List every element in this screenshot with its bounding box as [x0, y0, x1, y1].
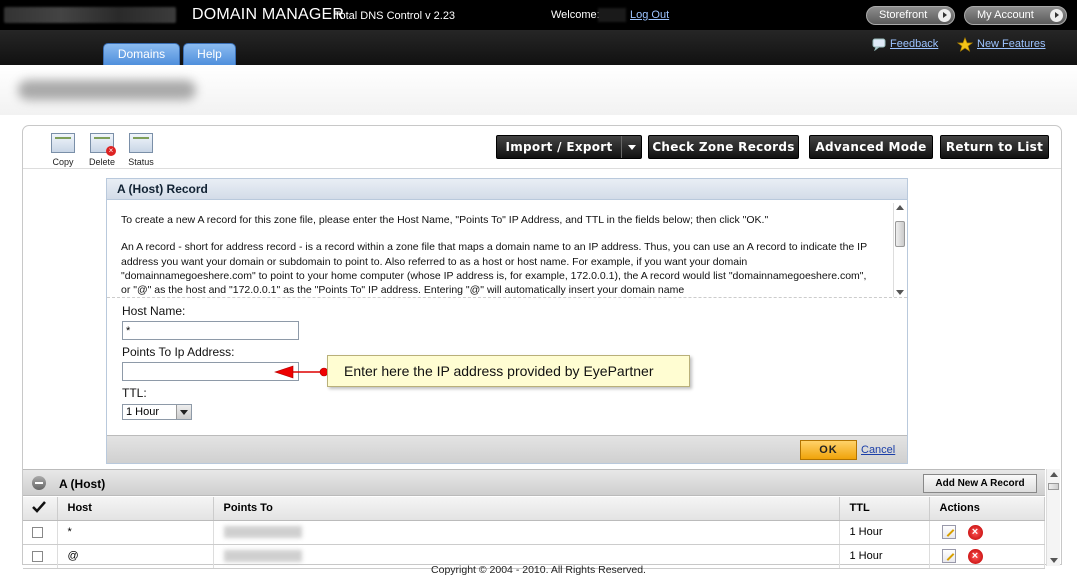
column-header-actions: Actions: [929, 497, 1045, 521]
new-features-link[interactable]: New Features: [977, 38, 1045, 50]
import-export-button[interactable]: Import / Export: [496, 135, 642, 159]
add-new-a-record-button[interactable]: Add New A Record: [923, 474, 1037, 493]
table-row: * 1 Hour ×: [23, 520, 1045, 545]
chevron-down-icon[interactable]: [621, 136, 641, 158]
status-tool[interactable]: Status: [121, 133, 161, 167]
check-zone-records-button[interactable]: Check Zone Records: [648, 135, 799, 159]
host-name-label: Host Name:: [122, 304, 186, 318]
return-to-list-button[interactable]: Return to List: [940, 135, 1049, 159]
app-name: DOMAIN MANAGER: [192, 6, 345, 23]
divider: [23, 168, 1061, 169]
nav-bar: Domains Help Feedback New Features: [0, 30, 1077, 65]
ok-button[interactable]: OK: [800, 440, 857, 460]
ttl-value: 1 Hour: [126, 406, 160, 418]
column-header-host: Host: [57, 497, 214, 521]
star-icon: [957, 37, 973, 52]
points-to-value: [223, 550, 302, 563]
delete-icon[interactable]: ×: [967, 548, 983, 564]
copy-tool[interactable]: Copy: [43, 133, 83, 167]
main-panel: Copy × Delete Status Import / Export Che…: [22, 125, 1062, 569]
delete-label: Delete: [88, 157, 115, 167]
copy-icon: [51, 133, 75, 153]
points-to-value: [223, 526, 302, 539]
copy-label: Copy: [52, 157, 74, 167]
callout-arrow-icon: [274, 365, 329, 379]
points-to-cell: [213, 520, 840, 545]
points-to-label: Points To Ip Address:: [122, 345, 235, 359]
description-paragraph: An A record - short for address record -…: [121, 241, 867, 296]
delete-icon[interactable]: ×: [967, 524, 983, 540]
domain-name: [18, 80, 196, 100]
scroll-thumb[interactable]: [895, 221, 905, 247]
feedback-link[interactable]: Feedback: [890, 38, 938, 50]
status-icon: [129, 133, 153, 153]
logout-link[interactable]: Log Out: [630, 9, 669, 21]
advanced-mode-button[interactable]: Advanced Mode: [809, 135, 933, 159]
speech-bubble-icon: [872, 38, 886, 51]
app-version: Total DNS Control v 2.23: [334, 10, 456, 22]
copyright-text: Copyright © 2004 - 2010. All Rights Rese…: [431, 564, 646, 576]
arrow-right-icon: [1050, 9, 1063, 22]
description-scrollbar[interactable]: [893, 203, 905, 297]
a-records-section: A (Host) Add New A Record Host Points To…: [23, 469, 1061, 569]
import-export-label: Import / Export: [505, 140, 613, 154]
host-name-input[interactable]: [122, 321, 299, 340]
chevron-down-icon[interactable]: [176, 405, 191, 419]
username: [598, 8, 626, 22]
select-all-header[interactable]: [23, 497, 58, 521]
tab-help[interactable]: Help: [183, 43, 236, 65]
ttl-label: TTL:: [122, 386, 147, 400]
instruction-callout: Enter here the IP address provided by Ey…: [327, 355, 690, 387]
storefront-label: Storefront: [879, 9, 928, 21]
arrow-right-icon: [938, 9, 951, 22]
edit-icon[interactable]: [941, 549, 956, 563]
form-description[interactable]: To create a new A record for this zone f…: [107, 201, 892, 296]
brand-logo: [4, 7, 176, 23]
records-header: A (Host) Add New A Record: [23, 469, 1045, 496]
records-scrollbar[interactable]: [1046, 469, 1060, 566]
actions-cell: ×: [929, 520, 1045, 545]
storefront-button[interactable]: Storefront: [866, 6, 955, 25]
edit-icon[interactable]: [941, 525, 956, 539]
domain-title-area: [0, 65, 1077, 115]
my-account-button[interactable]: My Account: [964, 6, 1067, 25]
row-checkbox[interactable]: [32, 526, 43, 538]
host-cell: *: [57, 520, 214, 545]
scroll-thumb[interactable]: [1048, 483, 1059, 490]
scroll-up-icon[interactable]: [896, 205, 904, 210]
welcome-label: Welcome:: [551, 9, 600, 21]
cancel-link[interactable]: Cancel: [861, 444, 895, 456]
checkmark-icon: [32, 500, 46, 513]
form-footer: OK Cancel: [107, 435, 907, 463]
records-table: Host Points To TTL Actions * 1 Hour × @: [23, 497, 1045, 569]
divider: [107, 297, 907, 298]
form-title: A (Host) Record: [107, 179, 907, 200]
ttl-select[interactable]: 1 Hour: [122, 404, 192, 420]
column-header-points-to: Points To: [213, 497, 840, 521]
delete-tool[interactable]: × Delete: [82, 133, 122, 167]
description-paragraph: To create a new A record for this zone f…: [121, 214, 769, 226]
ttl-cell: 1 Hour: [839, 520, 930, 545]
delete-icon: ×: [90, 133, 116, 156]
a-record-form: A (Host) Record To create a new A record…: [106, 178, 908, 464]
tab-domains[interactable]: Domains: [103, 43, 180, 65]
row-checkbox[interactable]: [32, 550, 43, 562]
scroll-down-icon[interactable]: [896, 290, 904, 295]
collapse-icon[interactable]: [32, 476, 46, 490]
records-title: A (Host): [59, 477, 106, 491]
column-header-ttl: TTL: [839, 497, 930, 521]
status-label: Status: [128, 157, 154, 167]
scroll-down-icon[interactable]: [1050, 558, 1058, 563]
top-bar: DOMAIN MANAGER Total DNS Control v 2.23 …: [0, 0, 1077, 30]
scroll-up-icon[interactable]: [1050, 472, 1058, 477]
my-account-label: My Account: [977, 9, 1034, 21]
